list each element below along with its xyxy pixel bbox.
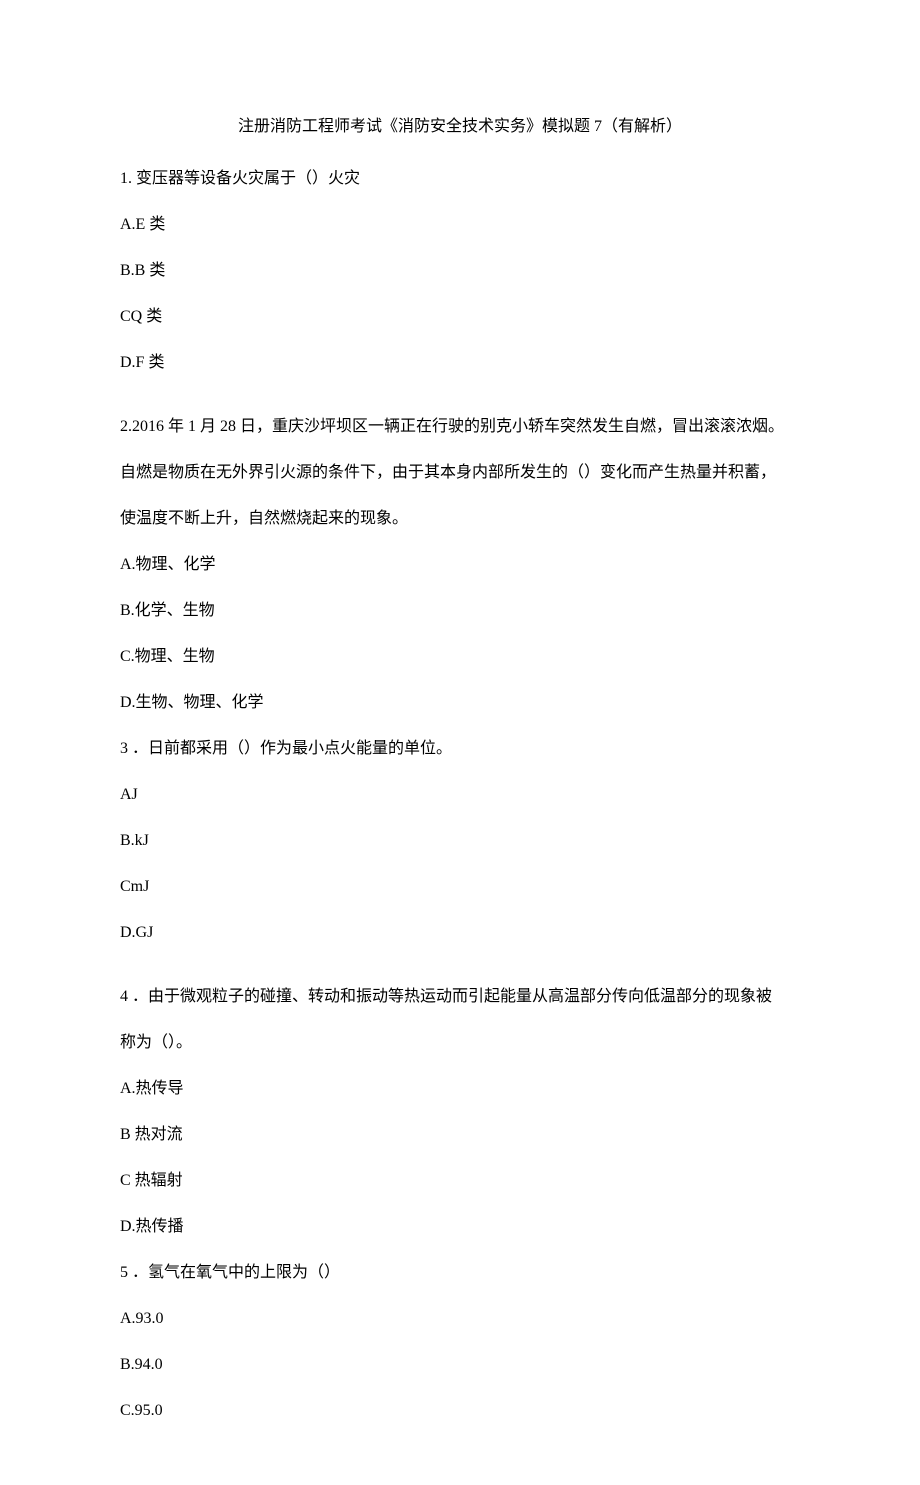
document-title: 注册消防工程师考试《消防安全技术实务》模拟题 7（有解析） — [120, 115, 800, 139]
q1-option-a: A.E 类 — [120, 213, 800, 237]
spacer — [120, 967, 800, 985]
q5-option-c: C.95.0 — [120, 1399, 800, 1423]
q1-option-d: D.F 类 — [120, 351, 800, 375]
q4-option-b: B 热对流 — [120, 1123, 800, 1147]
q1-stem: 1. 变压器等设备火灾属于（）火灾 — [120, 167, 800, 191]
q5-option-a: A.93.0 — [120, 1307, 800, 1331]
q3-option-c: CmJ — [120, 875, 800, 899]
q2-option-c: C.物理、生物 — [120, 645, 800, 669]
q2-option-a: A.物理、化学 — [120, 553, 800, 577]
q4-option-a: A.热传导 — [120, 1077, 800, 1101]
q3-option-d: D.GJ — [120, 921, 800, 945]
q3-option-b: B.kJ — [120, 829, 800, 853]
q4-stem-line1: 4 ．由于微观粒子的碰撞、转动和振动等热运动而引起能量从高温部分传向低温部分的现… — [120, 985, 800, 1009]
q2-option-d: D.生物、物理、化学 — [120, 691, 800, 715]
spacer — [120, 397, 800, 415]
q3-option-a: AJ — [120, 783, 800, 807]
q4-option-c: C 热辐射 — [120, 1169, 800, 1193]
q2-option-b: B.化学、生物 — [120, 599, 800, 623]
q5-option-b: B.94.0 — [120, 1353, 800, 1377]
q1-option-b: B.B 类 — [120, 259, 800, 283]
q3-stem: 3 ．日前都采用（）作为最小点火能量的单位。 — [120, 737, 800, 761]
q4-option-d: D.热传播 — [120, 1215, 800, 1239]
q5-stem: 5 ．氢气在氧气中的上限为（） — [120, 1261, 800, 1285]
q1-option-c: CQ 类 — [120, 305, 800, 329]
q2-stem-line1: 2.2016 年 1 月 28 日，重庆沙坪坝区一辆正在行驶的别克小轿车突然发生… — [120, 415, 800, 439]
q2-stem-line2: 自燃是物质在无外界引火源的条件下，由于其本身内部所发生的（）变化而产生热量并积蓄… — [120, 461, 800, 485]
q2-stem-line3: 使温度不断上升，自然燃烧起来的现象。 — [120, 507, 800, 531]
q4-stem-line2: 称为（）。 — [120, 1031, 800, 1055]
